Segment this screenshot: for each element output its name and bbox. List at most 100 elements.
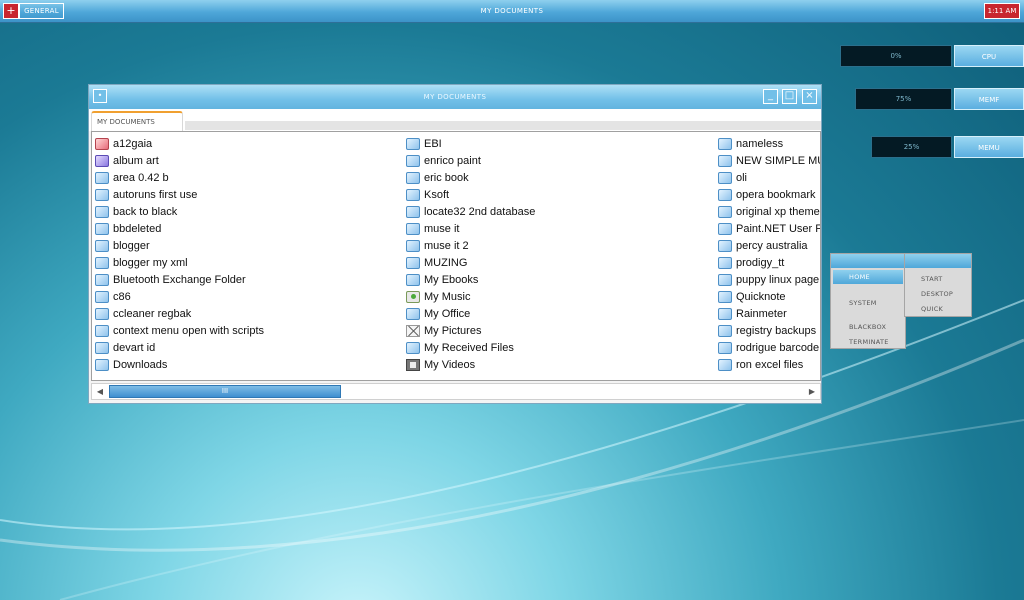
file-item[interactable]: EBI [406,135,535,152]
pictures-folder-icon [406,324,420,337]
file-item[interactable]: opera bookmark [718,186,820,203]
file-item[interactable]: original xp theme c [718,203,820,220]
file-item[interactable]: My Office [406,305,535,322]
memf-button[interactable]: MEMF [954,88,1024,110]
file-item[interactable]: registry backups [718,322,820,339]
folder-icon [718,239,732,252]
file-item[interactable]: My Received Files [406,339,535,356]
folder-icon [95,137,109,150]
menu-item-home[interactable]: HOME [833,270,903,284]
file-item[interactable]: My Music [406,288,535,305]
file-item[interactable]: bbdeleted [95,220,264,237]
tab-my-documents[interactable]: MY DOCUMENTS [91,111,183,131]
folder-icon [406,188,420,201]
file-item[interactable]: My Videos [406,356,535,373]
clock[interactable]: 1:11 AM [984,3,1020,19]
file-item[interactable]: blogger [95,237,264,254]
folder-icon [718,307,732,320]
file-item[interactable]: muse it [406,220,535,237]
file-item[interactable]: ccleaner regbak [95,305,264,322]
file-item-label: eric book [424,171,469,184]
submenu-item-start[interactable]: START [921,275,943,283]
file-item-label: registry backups [736,324,817,337]
top-bar-title: MY DOCUMENTS [480,7,544,15]
file-item[interactable]: Bluetooth Exchange Folder [95,271,264,288]
file-item-label: NEW SIMPLE MUSE [736,154,820,167]
file-item[interactable]: puppy linux page [718,271,820,288]
file-item-label: oli [736,171,748,184]
file-item[interactable]: devart id [95,339,264,356]
file-item[interactable]: Downloads [95,356,264,373]
folder-icon [406,137,420,150]
folder-icon [406,239,420,252]
file-item[interactable]: ron excel files [718,356,820,373]
file-item[interactable]: context menu open with scripts [95,322,264,339]
main-menu: HOME SYSTEM BLACKBOX TERMINATE [830,253,906,349]
file-list[interactable]: a12gaia album art area 0.42 b autoruns firs… [91,131,821,381]
file-item[interactable]: NEW SIMPLE MUSE [718,152,820,169]
folder-icon [95,358,109,371]
file-item[interactable]: My Ebooks [406,271,535,288]
file-item[interactable]: eric book [406,169,535,186]
file-item[interactable]: back to black [95,203,264,220]
file-item[interactable]: area 0.42 b [95,169,264,186]
file-column-2: EBI enrico paint eric book Ksoft locate32 2n… [406,135,535,373]
file-item-label: MUZING [424,256,468,269]
file-item[interactable]: nameless [718,135,820,152]
file-item[interactable]: My Pictures [406,322,535,339]
file-item[interactable]: Quicknote [718,288,820,305]
maximize-button[interactable]: □ [782,89,797,104]
file-item-label: bbdeleted [113,222,162,235]
scroll-left-arrow[interactable]: ◀ [93,384,107,399]
submenu-item-quick[interactable]: QUICK [921,305,943,313]
file-item[interactable]: oli [718,169,820,186]
file-item[interactable]: Ksoft [406,186,535,203]
file-item[interactable]: muse it 2 [406,237,535,254]
file-item[interactable]: enrico paint [406,152,535,169]
file-item-label: album art [113,154,159,167]
window-title-bar[interactable]: • MY DOCUMENTS _ □ × [89,85,821,109]
file-item[interactable]: Paint.NET User File [718,220,820,237]
file-item[interactable]: percy australia [718,237,820,254]
file-item[interactable]: a12gaia [95,135,264,152]
file-item[interactable]: prodigy_tt [718,254,820,271]
file-item-label: muse it 2 [424,239,469,252]
memu-button[interactable]: MEMU [954,136,1024,158]
tab-strip-divider [185,121,821,130]
folder-icon [718,222,732,235]
file-item-label: ccleaner regbak [113,307,192,320]
cpu-meter: 0% CPU [840,45,1024,67]
file-item-label: My Received Files [424,341,514,354]
file-item-label: My Office [424,307,471,320]
menu-item-terminate[interactable]: TERMINATE [849,338,889,346]
main-menu-caption [831,254,905,268]
scroll-thumb[interactable]: III [109,385,341,398]
file-item[interactable]: blogger my xml [95,254,264,271]
memf-value: 75% [855,88,952,110]
file-item-label: a12gaia [113,137,153,150]
file-item[interactable]: Rainmeter [718,305,820,322]
folder-icon [406,205,420,218]
close-button[interactable]: × [802,89,817,104]
file-item-label: My Pictures [424,324,482,337]
file-item[interactable]: MUZING [406,254,535,271]
memf-meter: 75% MEMF [855,88,1024,110]
scroll-right-arrow[interactable]: ▶ [805,384,819,399]
menu-item-system[interactable]: SYSTEM [849,299,877,307]
file-item[interactable]: autoruns first use [95,186,264,203]
file-item-label: devart id [113,341,156,354]
memu-meter: 25% MEMU [871,136,1024,158]
menu-item-blackbox[interactable]: BLACKBOX [849,323,886,331]
file-item[interactable]: c86 [95,288,264,305]
cpu-button[interactable]: CPU [954,45,1024,67]
window-title: MY DOCUMENTS [423,93,487,101]
horizontal-scrollbar[interactable]: ◀ III ▶ [91,383,821,400]
file-item[interactable]: rodrigue barcode [718,339,820,356]
file-item[interactable]: album art [95,152,264,169]
folder-icon [95,324,109,337]
folder-icon [95,222,109,235]
submenu-item-desktop[interactable]: DESKTOP [921,290,953,298]
folder-icon [95,154,109,167]
file-item[interactable]: locate32 2nd database [406,203,535,220]
minimize-button[interactable]: _ [763,89,778,104]
